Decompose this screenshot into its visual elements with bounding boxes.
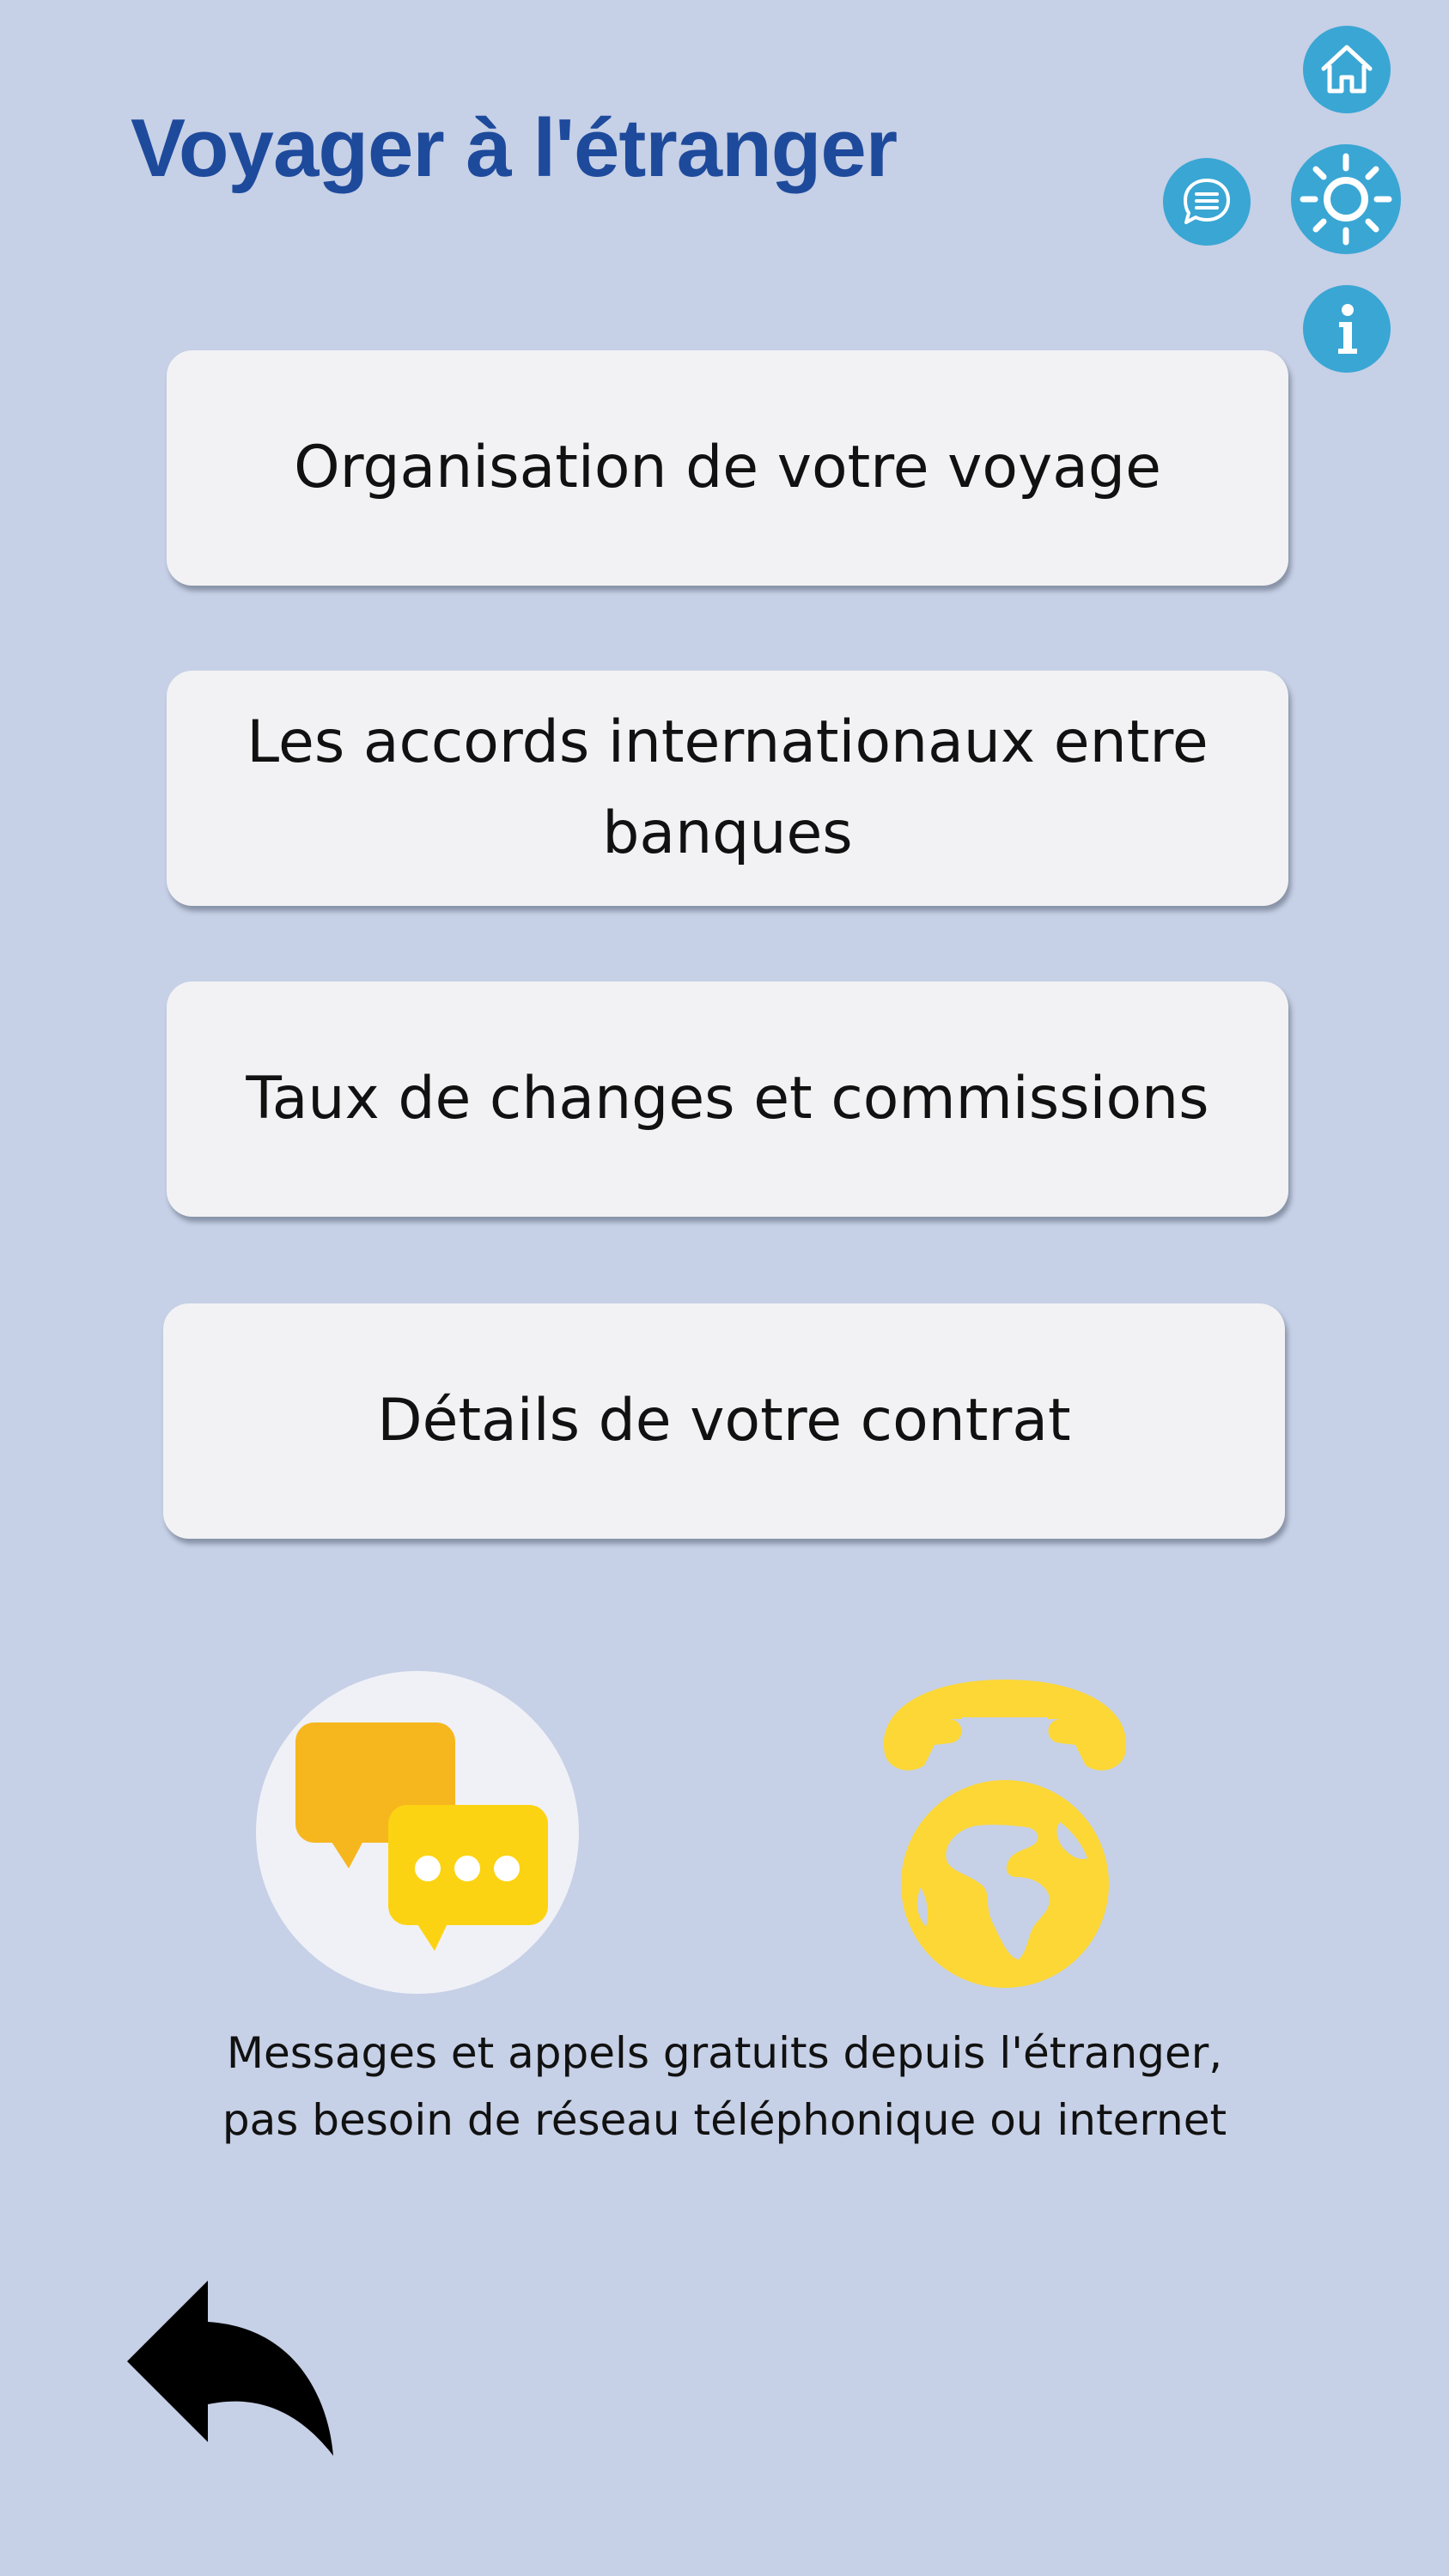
info-button[interactable]	[1303, 285, 1391, 373]
phone-globe-icon[interactable]	[876, 1674, 1134, 1992]
menu-item-trip-organization[interactable]: Organisation de votre voyage	[167, 350, 1288, 586]
menu-item-label-line2: banques	[602, 799, 853, 867]
features-caption-line1: Messages et appels gratuits depuis l'étr…	[226, 2028, 1223, 2078]
menu-item-label: Organisation de votre voyage	[294, 434, 1161, 501]
home-button[interactable]	[1303, 26, 1391, 113]
menu-item-label: Taux de changes et commissions	[246, 1065, 1209, 1133]
chat-icon	[1184, 179, 1230, 224]
menu-item-label: Détails de votre contrat	[377, 1387, 1071, 1455]
page-title: Voyager à l'étranger	[131, 102, 898, 194]
menu-item-international-agreements[interactable]: Les accords internationaux entre banques	[167, 671, 1288, 906]
features-caption: Messages et appels gratuits depuis l'étr…	[129, 2020, 1320, 2154]
menu-item-label: Les accords internationaux entre banques	[247, 697, 1208, 879]
speech-bubbles-icon[interactable]	[256, 1671, 579, 1994]
info-icon	[1338, 304, 1357, 354]
back-arrow-icon[interactable]	[122, 2275, 337, 2456]
chat-button[interactable]	[1163, 158, 1251, 246]
features-caption-line2: pas besoin de réseau téléphonique ou int…	[222, 2095, 1227, 2145]
home-icon	[1321, 45, 1373, 94]
menu-item-label-line1: Les accords internationaux entre	[247, 708, 1209, 776]
menu-item-contract-details[interactable]: Détails de votre contrat	[163, 1303, 1285, 1539]
brightness-button[interactable]	[1291, 144, 1401, 254]
menu-item-exchange-rates[interactable]: Taux de changes et commissions	[167, 981, 1288, 1217]
brightness-icon	[1300, 153, 1392, 246]
